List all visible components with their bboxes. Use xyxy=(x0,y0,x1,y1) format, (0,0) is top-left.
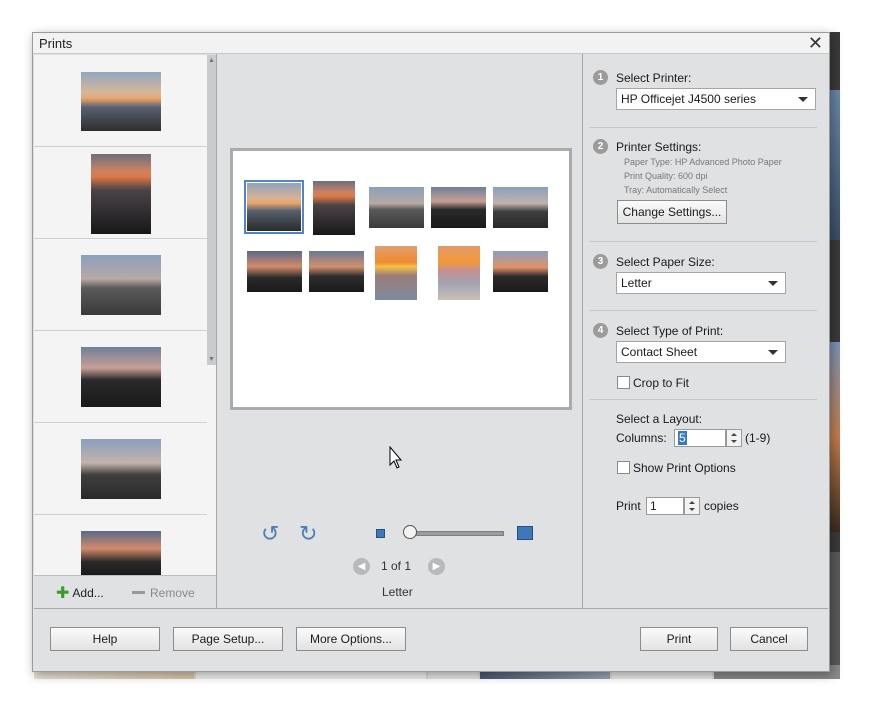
print-type-value: Contact Sheet xyxy=(621,345,698,359)
step-number-badge: 1 xyxy=(593,70,608,85)
zoom-slider-handle[interactable] xyxy=(403,525,417,539)
remove-label: Remove xyxy=(150,586,195,600)
copies-input[interactable]: 1 xyxy=(646,497,684,515)
photo-thumbnail xyxy=(81,531,161,575)
contact-sheet-photo[interactable] xyxy=(375,246,417,300)
photo-thumbnail xyxy=(81,72,161,131)
select-printer-label: Select Printer: xyxy=(616,71,692,85)
list-item[interactable] xyxy=(34,423,207,515)
section-divider xyxy=(589,310,817,311)
section-divider xyxy=(589,127,817,128)
close-icon[interactable]: ✕ xyxy=(808,33,823,53)
contact-sheet-photo[interactable] xyxy=(493,187,548,228)
add-button[interactable]: ✚ Add... xyxy=(56,585,104,602)
scroll-down-icon[interactable]: ▼ xyxy=(208,356,215,363)
crop-to-fit-label: Crop to Fit xyxy=(633,376,690,390)
help-button[interactable]: Help xyxy=(50,627,160,651)
zoom-large-icon[interactable] xyxy=(517,526,533,540)
prev-page-icon[interactable]: ◀ xyxy=(353,558,370,575)
printer-select[interactable]: HP Officejet J4500 series xyxy=(616,88,816,110)
dropdown-caret-icon xyxy=(768,281,778,286)
add-label: Add... xyxy=(72,586,104,600)
paper-type-text: Paper Type: HP Advanced Photo Paper xyxy=(624,157,782,167)
dropdown-caret-icon xyxy=(768,350,778,355)
contact-sheet-photo[interactable] xyxy=(369,187,424,228)
contact-sheet-photo[interactable] xyxy=(438,246,480,300)
dialog-title: Prints xyxy=(39,36,73,51)
print-button[interactable]: Print xyxy=(640,627,718,651)
section-divider xyxy=(589,241,817,242)
print-type-select[interactable]: Contact Sheet xyxy=(616,341,786,363)
print-copies-prefix: Print xyxy=(616,499,641,513)
footer-divider xyxy=(34,608,828,609)
remove-button[interactable]: Remove xyxy=(132,586,195,600)
columns-input[interactable]: 5 xyxy=(674,429,726,447)
columns-stepper[interactable] xyxy=(726,429,742,447)
columns-value: 5 xyxy=(678,431,687,445)
photo-thumbnail xyxy=(81,347,161,407)
rotate-left-icon[interactable]: ↺ xyxy=(261,523,279,545)
step-number-badge: 4 xyxy=(593,323,608,338)
photo-thumbnail xyxy=(91,154,151,234)
zoom-slider[interactable] xyxy=(410,531,504,536)
crop-to-fit-checkbox[interactable] xyxy=(617,376,630,389)
page-setup-button[interactable]: Page Setup... xyxy=(173,627,283,651)
copies-stepper[interactable] xyxy=(684,497,700,515)
list-item[interactable] xyxy=(34,55,207,147)
contact-sheet-photo[interactable] xyxy=(431,187,486,228)
print-quality-text: Print Quality: 600 dpi xyxy=(624,171,708,181)
mouse-cursor-icon xyxy=(389,446,403,469)
remove-icon xyxy=(132,591,145,594)
show-print-options-label: Show Print Options xyxy=(633,461,736,475)
contact-sheet-photo[interactable] xyxy=(313,181,355,235)
photo-thumbnail xyxy=(81,439,161,499)
columns-label: Columns: xyxy=(616,431,667,445)
add-icon: ✚ xyxy=(56,585,70,602)
contact-sheet-photo[interactable] xyxy=(244,180,304,234)
page-indicator: 1 of 1 xyxy=(381,559,412,573)
section-divider xyxy=(589,399,817,400)
title-bar: Prints ✕ xyxy=(33,33,829,54)
list-item[interactable] xyxy=(34,147,207,239)
print-preview xyxy=(230,148,572,410)
columns-range: (1-9) xyxy=(745,431,771,445)
zoom-small-icon[interactable] xyxy=(376,529,385,538)
contact-sheet-photo[interactable] xyxy=(247,251,302,292)
divider xyxy=(216,54,217,608)
paper-size-select[interactable]: Letter xyxy=(616,272,786,294)
list-item[interactable] xyxy=(34,331,207,423)
more-options-button[interactable]: More Options... xyxy=(296,627,406,651)
scroll-up-icon[interactable]: ▲ xyxy=(208,57,215,64)
printer-settings-label: Printer Settings: xyxy=(616,140,702,154)
step-number-badge: 2 xyxy=(593,139,608,154)
prints-dialog: Prints ✕ ▲ ▼ ✚ Add... Remove ↺ ↻ ◀ 1 of … xyxy=(32,32,830,672)
show-print-options-checkbox[interactable] xyxy=(617,461,630,474)
step-number-badge: 3 xyxy=(593,254,608,269)
select-paper-size-label: Select Paper Size: xyxy=(616,255,715,269)
cancel-button[interactable]: Cancel xyxy=(730,627,808,651)
settings-panel: 1 Select Printer: HP Officejet J4500 ser… xyxy=(583,54,829,608)
select-print-type-label: Select Type of Print: xyxy=(616,324,724,338)
contact-sheet-photo[interactable] xyxy=(493,251,548,292)
list-scrollbar[interactable]: ▲ ▼ xyxy=(207,55,216,365)
tray-text: Tray: Automatically Select xyxy=(624,185,728,195)
print-copies-suffix: copies xyxy=(704,499,739,513)
select-layout-label: Select a Layout: xyxy=(616,412,703,426)
add-remove-bar: ✚ Add... Remove xyxy=(34,575,216,608)
copies-value: 1 xyxy=(650,499,657,513)
paper-size-label: Letter xyxy=(382,585,413,599)
photo-list: ▲ ▼ xyxy=(34,55,216,575)
printer-select-value: HP Officejet J4500 series xyxy=(621,92,756,106)
change-settings-button[interactable]: Change Settings... xyxy=(617,200,727,224)
dropdown-caret-icon xyxy=(798,97,808,102)
rotate-right-icon[interactable]: ↻ xyxy=(299,523,317,545)
photo-thumbnail xyxy=(81,255,161,315)
contact-sheet-photo[interactable] xyxy=(309,251,364,292)
next-page-icon[interactable]: ▶ xyxy=(428,558,445,575)
paper-size-value: Letter xyxy=(621,276,652,290)
list-item[interactable] xyxy=(34,239,207,331)
list-item[interactable] xyxy=(34,515,207,575)
